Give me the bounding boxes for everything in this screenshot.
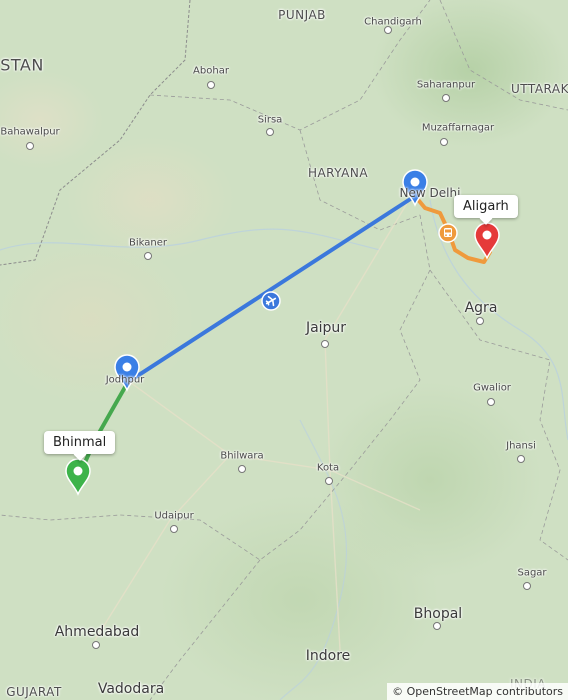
map-view[interactable]: STAN PUNJAB HARYANA UTTARAK GUJARAT INDI… [0, 0, 568, 700]
state-border [149, 559, 261, 700]
city-label: Vadodara [97, 681, 165, 697]
city-dot [433, 622, 441, 630]
river [0, 228, 381, 251]
city-dot [523, 582, 531, 590]
map-pin-icon [65, 458, 91, 496]
city-label: Chandigarh [364, 16, 422, 28]
city-label: Bikaner [129, 237, 167, 249]
city-dot [476, 317, 484, 325]
city-label: Agra [464, 300, 498, 316]
city-label: Kota [316, 462, 340, 474]
state-border [0, 214, 431, 561]
region-label: HARYANA [307, 166, 369, 180]
city-label: Sirsa [257, 114, 283, 126]
road [324, 339, 341, 651]
city-dot [207, 81, 215, 89]
city-dot [321, 340, 329, 348]
airplane-icon [261, 291, 281, 311]
road [126, 379, 421, 511]
city-label: Jodhpur [105, 374, 145, 386]
city-label: Saharanpur [416, 79, 476, 91]
city-dot [442, 94, 450, 102]
destination-callout[interactable]: Aligarh [454, 195, 518, 218]
route-leg-flight [126, 194, 417, 384]
state-border [429, 269, 568, 561]
city-label: Muzaffarnagar [421, 122, 495, 134]
city-dot [266, 128, 274, 136]
destination-callout-label: Aligarh [463, 199, 509, 214]
city-dot [92, 641, 100, 649]
region-label: PUNJAB [278, 8, 326, 22]
city-dot [238, 465, 246, 473]
origin-callout-label: Bhinmal [53, 435, 107, 450]
city-label: Abohar [193, 65, 229, 77]
state-border [299, 129, 421, 231]
city-dot [26, 142, 34, 150]
road [324, 189, 416, 341]
city-label: Udaipur [154, 510, 194, 522]
city-dot [487, 398, 495, 406]
map-canvas [0, 0, 568, 700]
road [94, 454, 231, 641]
city-label: Bhilwara [220, 450, 264, 462]
city-dot [517, 455, 525, 463]
region-label: UTTARAK [511, 82, 568, 96]
origin-callout[interactable]: Bhinmal [44, 431, 116, 454]
map-attribution[interactable]: © OpenStreetMap contributors [387, 683, 568, 700]
city-label: Jhansi [506, 440, 536, 452]
city-dot [170, 525, 178, 533]
origin-marker[interactable] [65, 458, 91, 496]
city-label: Sagar [517, 567, 547, 579]
city-label: Bhopal [413, 606, 463, 622]
bus-icon [438, 223, 458, 243]
city-dot [325, 477, 333, 485]
city-label: Gwalior [473, 382, 511, 394]
city-dot [440, 138, 448, 146]
map-pin-icon [474, 222, 500, 260]
destination-marker[interactable] [474, 222, 500, 260]
city-label: Ahmedabad [54, 624, 140, 640]
city-dot [144, 252, 152, 260]
region-label: STAN [0, 55, 44, 75]
city-label: Indore [305, 648, 351, 664]
city-label: Jaipur [305, 320, 347, 336]
city-label: New Delhi [399, 186, 461, 200]
region-label: GUJARAT [6, 685, 62, 699]
city-label: Bahawalpur [0, 126, 60, 138]
